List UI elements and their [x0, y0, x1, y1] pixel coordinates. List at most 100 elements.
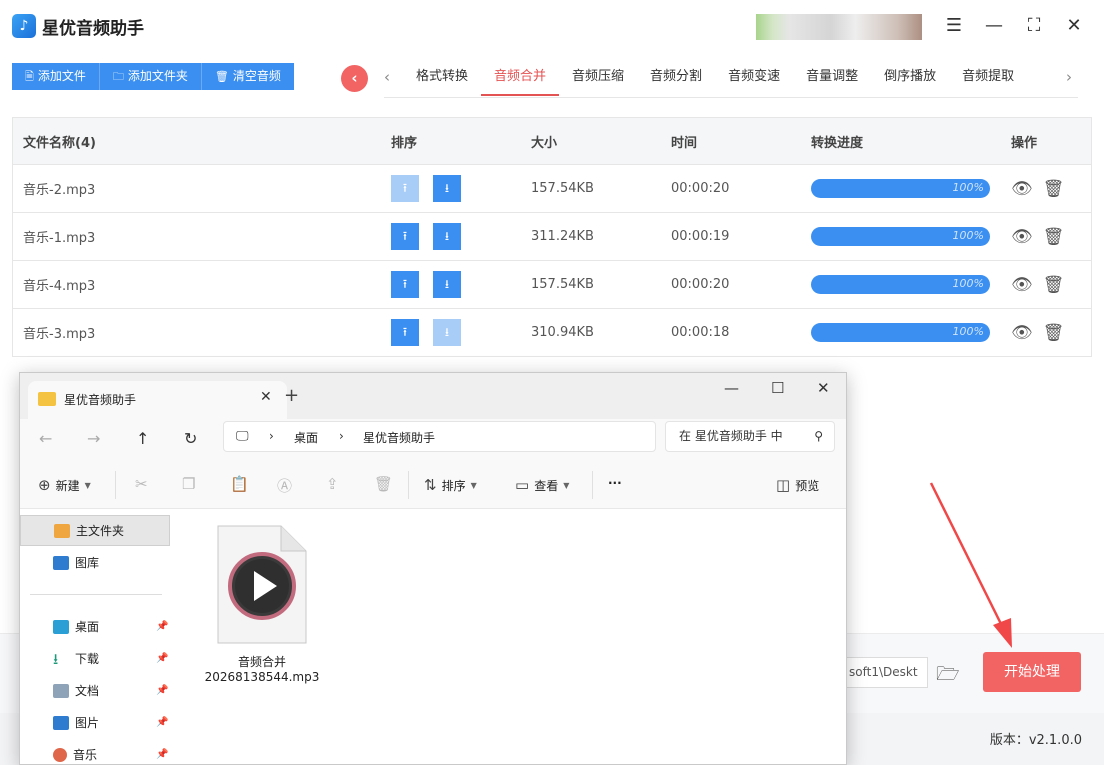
move-up-button[interactable]: ⭱: [391, 223, 419, 250]
sidebar-item-documents[interactable]: 文档 📌: [20, 675, 170, 706]
delete-trash-icon[interactable]: 🗑: [1043, 323, 1065, 343]
sidebar-item-label: 桌面: [75, 620, 100, 634]
tab-next-icon[interactable]: ›: [1066, 68, 1072, 86]
download-icon: ⭳: [53, 649, 59, 668]
delete-trash-icon[interactable]: 🗑: [1043, 227, 1065, 247]
explorer-close-icon[interactable]: ✕: [817, 379, 830, 397]
view-label: 查看: [534, 478, 559, 493]
sidebar-item-downloads[interactable]: ⭳ 下载 📌: [20, 643, 170, 674]
pin-icon[interactable]: 📌: [156, 717, 168, 728]
collapse-toolbar-button[interactable]: ‹: [341, 65, 368, 92]
audio-file-icon[interactable]: [217, 525, 307, 644]
row-size: 157.54KB: [531, 277, 594, 292]
pin-icon[interactable]: 📌: [156, 749, 168, 760]
sidebar-item-music[interactable]: 音乐 📌: [20, 739, 170, 764]
tab-format-convert[interactable]: 格式转换: [403, 60, 481, 96]
search-input[interactable]: 在 星优音频助手 中 ⚲: [665, 421, 835, 452]
address-bar[interactable]: 🖵 › 桌面 › 星优音频助手: [223, 421, 656, 452]
tab-audio-compress[interactable]: 音频压缩: [559, 60, 637, 96]
address-segment-folder[interactable]: 星优音频助手: [363, 429, 435, 446]
row-sort-controls: ⭱ ⭳: [391, 165, 475, 212]
explorer-maximize-icon[interactable]: ☐: [771, 379, 784, 397]
move-up-button[interactable]: ⭱: [391, 319, 419, 346]
start-process-button[interactable]: 开始处理: [983, 652, 1081, 692]
move-down-button[interactable]: ⭳: [433, 319, 461, 346]
new-tab-icon[interactable]: +: [284, 385, 299, 406]
pin-icon[interactable]: 📌: [156, 653, 168, 664]
pin-icon[interactable]: 📌: [156, 621, 168, 632]
copy-icon[interactable]: ❐: [182, 475, 195, 493]
row-time: 00:00:20: [671, 181, 730, 196]
table-header: 文件名称(4) 排序 大小 时间 转换进度 操作: [13, 118, 1091, 165]
rename-icon[interactable]: Ⓐ: [277, 475, 292, 496]
close-icon[interactable]: ✕: [1062, 14, 1086, 38]
refresh-icon[interactable]: ↻: [184, 429, 197, 448]
preview-eye-icon[interactable]: 👁: [1011, 227, 1033, 247]
sidebar-item-home[interactable]: 主文件夹: [20, 515, 170, 546]
maximize-icon[interactable]: ⛶: [1022, 14, 1046, 38]
explorer-tabstrip: 星优音频助手 ✕ + — ☐ ✕: [20, 373, 846, 419]
folder-icon: [38, 392, 56, 406]
new-button[interactable]: ⊕ 新建 ▼: [38, 476, 91, 494]
tab-audio-extract[interactable]: 音频提取: [949, 60, 1027, 96]
sidebar-item-pictures[interactable]: 图片 📌: [20, 707, 170, 738]
version-text: 版本：v2.1.0.0: [989, 733, 1082, 748]
address-segment-desktop[interactable]: 桌面: [294, 429, 318, 446]
tab-prev-icon[interactable]: ‹: [384, 68, 390, 86]
user-avatar[interactable]: [756, 14, 922, 40]
header-name: 文件名称(4): [23, 135, 96, 151]
minimize-icon[interactable]: —: [982, 14, 1006, 38]
move-down-button[interactable]: ⭳: [433, 223, 461, 250]
settings-icon[interactable]: ☰: [942, 14, 966, 38]
preview-eye-icon[interactable]: 👁: [1011, 179, 1033, 199]
up-icon[interactable]: ↑: [136, 429, 149, 448]
tab-audio-merge[interactable]: 音频合并: [481, 60, 560, 96]
tab-volume-adjust[interactable]: 音量调整: [793, 60, 871, 96]
function-tabs: 格式转换 音频合并 音频压缩 音频分割 音频变速 音量调整 倒序播放 音频提取: [403, 60, 1027, 96]
table-row: 音乐-2.mp3 ⭱ ⭳ 157.54KB 00:00:20 100% 👁 🗑: [13, 165, 1091, 213]
back-icon[interactable]: ←: [39, 429, 52, 448]
pin-icon[interactable]: 📌: [156, 685, 168, 696]
move-up-button[interactable]: ⭱: [391, 271, 419, 298]
explorer-nav-bar: ← → ↑ ↻ 🖵 › 桌面 › 星优音频助手 在 星优音频助手 中 ⚲: [20, 419, 846, 461]
move-down-button[interactable]: ⭳: [433, 175, 461, 202]
share-icon[interactable]: ⇪: [326, 475, 339, 493]
sidebar-item-gallery[interactable]: 图库: [20, 547, 170, 578]
folder-icon: 🗀: [112, 70, 124, 83]
tab-audio-split[interactable]: 音频分割: [637, 60, 715, 96]
output-path-input[interactable]: soft1\Deskt: [846, 657, 928, 688]
preview-eye-icon[interactable]: 👁: [1011, 275, 1033, 295]
chevron-down-icon: ▼: [563, 480, 570, 490]
view-button[interactable]: ▭ 查看 ▼: [515, 476, 569, 494]
paste-icon[interactable]: 📋: [230, 475, 249, 493]
add-file-button[interactable]: 🗎 添加文件: [12, 63, 100, 90]
command-bar: ⊕ 新建 ▼ ✂ ❐ 📋 Ⓐ ⇪ 🗑 ⇅ 排序 ▼ ▭ 查看 ▼ ··· ◫ 预…: [20, 461, 846, 509]
preview-eye-icon[interactable]: 👁: [1011, 323, 1033, 343]
open-folder-icon[interactable]: 🗁: [936, 660, 960, 692]
tab-audio-speed[interactable]: 音频变速: [715, 60, 793, 96]
explorer-tab[interactable]: 星优音频助手 ✕: [28, 381, 287, 419]
move-down-button[interactable]: ⭳: [433, 271, 461, 298]
clear-audio-button[interactable]: 🗑 清空音频: [201, 63, 294, 90]
tab-reverse-play[interactable]: 倒序播放: [871, 60, 949, 96]
file-name[interactable]: 音频合并: [192, 653, 332, 670]
more-button[interactable]: ···: [608, 476, 622, 490]
explorer-minimize-icon[interactable]: —: [724, 379, 739, 397]
preview-button[interactable]: ◫ 预览: [776, 476, 819, 494]
delete-trash-icon[interactable]: 🗑: [1043, 179, 1065, 199]
sidebar-item-desktop[interactable]: 桌面 📌: [20, 611, 170, 642]
close-tab-icon[interactable]: ✕: [260, 389, 272, 405]
sort-label: 排序: [441, 478, 466, 493]
sort-button[interactable]: ⇅ 排序 ▼: [424, 476, 477, 494]
cut-icon[interactable]: ✂: [135, 475, 148, 493]
sidebar-item-label: 图库: [75, 556, 100, 570]
file-name-continued[interactable]: 20268138544.mp3: [192, 670, 332, 684]
delete-icon[interactable]: 🗑: [374, 475, 393, 493]
sidebar-item-label: 下载: [75, 652, 100, 666]
trash-icon: 🗑: [214, 70, 229, 83]
delete-trash-icon[interactable]: 🗑: [1043, 275, 1065, 295]
move-up-button[interactable]: ⭱: [391, 175, 419, 202]
add-folder-button[interactable]: 🗀 添加文件夹: [99, 63, 202, 90]
plus-circle-icon: ⊕: [38, 476, 51, 494]
forward-icon[interactable]: →: [87, 429, 100, 448]
